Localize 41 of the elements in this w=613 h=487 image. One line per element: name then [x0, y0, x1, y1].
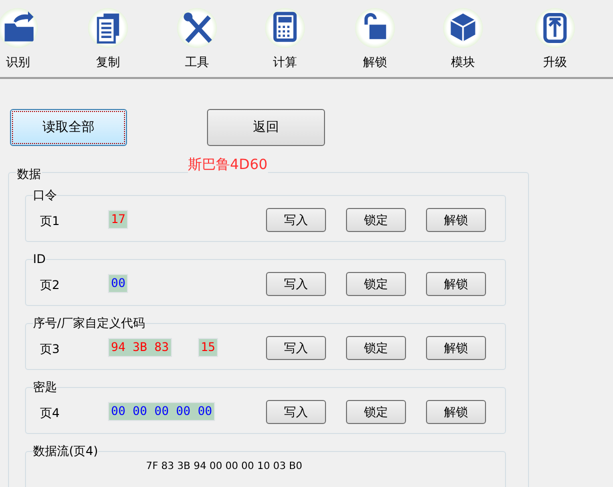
section-title: 口令: [33, 187, 57, 203]
unlock-icon: [355, 8, 395, 48]
page-label: 页2: [40, 277, 60, 294]
stream-text: 7F 83 3B 94 00 00 00 10 03 B0: [146, 461, 302, 473]
section-button[interactable]: 写入: [266, 400, 326, 424]
upload-icon: [535, 8, 575, 48]
value-field[interactable]: 00: [108, 274, 128, 293]
toolbar-button[interactable]: 工具: [167, 8, 227, 71]
toolbar-button[interactable]: 复制: [78, 8, 138, 71]
folder-icon: [0, 8, 38, 48]
section-button[interactable]: 写入: [266, 272, 326, 296]
section-button[interactable]: 写入: [266, 208, 326, 232]
section-button[interactable]: 锁定: [346, 208, 406, 232]
toolbar-button[interactable]: 识别: [0, 8, 48, 71]
vehicle-label: 斯巴鲁4D60: [188, 155, 268, 176]
calculator-icon: [265, 8, 305, 48]
section-button[interactable]: 锁定: [346, 272, 406, 296]
section-title: 数据流(页4): [33, 443, 98, 459]
section-button[interactable]: 解锁: [426, 336, 486, 360]
section-button[interactable]: 解锁: [426, 400, 486, 424]
cube-icon: [443, 8, 483, 48]
group-title: 数据: [16, 165, 42, 183]
page-label: 页3: [40, 341, 60, 358]
section-button[interactable]: 解锁: [426, 208, 486, 232]
toolbar-button[interactable]: 解锁: [345, 8, 405, 71]
page-label: 页1: [40, 213, 60, 230]
action-button[interactable]: 返回: [207, 109, 325, 146]
section-title: 密匙: [33, 379, 57, 395]
page-label: 页4: [40, 405, 60, 422]
documents-icon: [88, 8, 128, 48]
toolbar-button[interactable]: 模块: [433, 8, 493, 71]
section-button[interactable]: 解锁: [426, 272, 486, 296]
section-title: 序号/厂家自定义代码: [33, 315, 146, 331]
toolbar-button[interactable]: 升级: [525, 8, 585, 71]
action-button[interactable]: 读取全部: [10, 109, 127, 146]
section-button[interactable]: 写入: [266, 336, 326, 360]
section-button[interactable]: 锁定: [346, 336, 406, 360]
value-field[interactable]: 00 00 00 00 00: [108, 402, 216, 421]
toolbar-button[interactable]: 计算: [255, 8, 315, 71]
tools-icon: [177, 8, 217, 48]
section-button[interactable]: 锁定: [346, 400, 406, 424]
